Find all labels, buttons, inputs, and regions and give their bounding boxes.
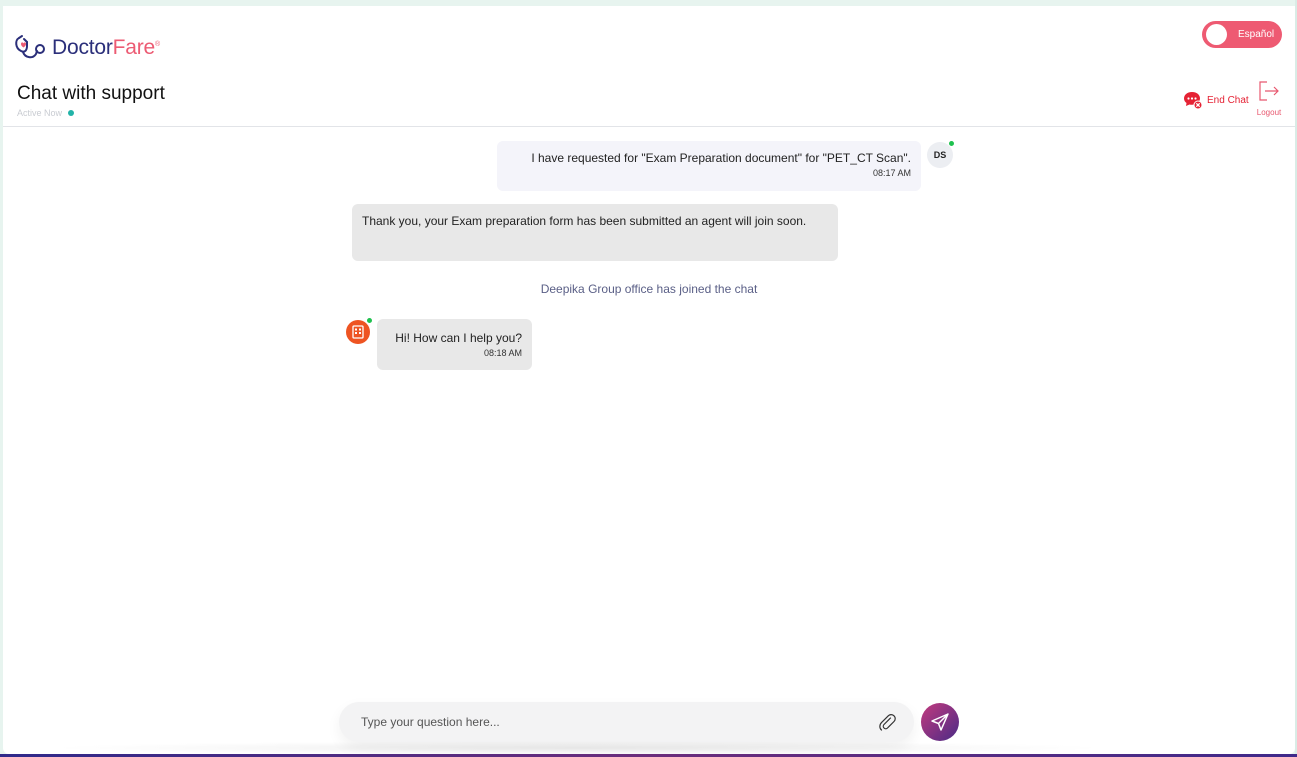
chat-window: DoctorFare® Español Chat with support Ac… [3,6,1295,754]
send-button[interactable] [921,703,959,741]
brand-registered-mark: ® [155,41,161,48]
chat-bubble-x-icon [1184,92,1203,110]
message-input[interactable] [361,715,876,729]
message-timestamp: 08:17 AM [872,168,911,178]
bot-message-text: Thank you, your Exam preparation form ha… [362,214,807,228]
end-chat-label: End Chat [1207,94,1249,106]
message-timestamp: 08:18 AM [483,348,522,358]
system-message: Deepika Group office has joined the chat [540,282,758,296]
message-composer [339,702,914,742]
header-divider [3,126,1295,127]
presence-status: Active Now [17,108,75,118]
brand-name: DoctorFare® [52,36,160,60]
agent-message-text: Hi! How can I help you? [395,331,522,345]
brand-name-fare: Fare [112,36,156,59]
language-toggle-label: Español [1238,29,1275,40]
logout-button[interactable]: Logout [1253,80,1285,117]
paper-plane-icon [931,713,949,731]
user-message-text: I have requested for "Exam Preparation d… [531,151,911,165]
language-toggle[interactable]: Español [1202,21,1282,48]
bot-message: Thank you, your Exam preparation form ha… [352,204,838,261]
logout-label: Logout [1256,108,1282,117]
agent-avatar [346,317,373,344]
user-avatar: DS [927,140,955,168]
logout-arrow-icon [1259,81,1279,101]
user-initials: DS [933,150,947,160]
toggle-knob [1206,24,1227,45]
brand-name-doctor: Doctor [52,36,113,59]
attach-button[interactable] [876,711,898,733]
stethoscope-heart-icon [15,35,45,59]
online-indicator [366,317,373,324]
online-indicator [948,140,955,147]
paperclip-icon [879,714,896,731]
presence-status-label: Active Now [17,108,63,118]
page-title: Chat with support [17,83,165,104]
composer-shadow [43,741,1113,754]
user-message: I have requested for "Exam Preparation d… [497,141,921,191]
doctorfare-logo[interactable]: DoctorFare® [13,34,160,62]
agent-message: Hi! How can I help you? 08:18 AM [377,319,532,370]
online-indicator [68,110,75,116]
building-icon [352,325,364,339]
end-chat-button[interactable]: End Chat [1183,90,1249,110]
